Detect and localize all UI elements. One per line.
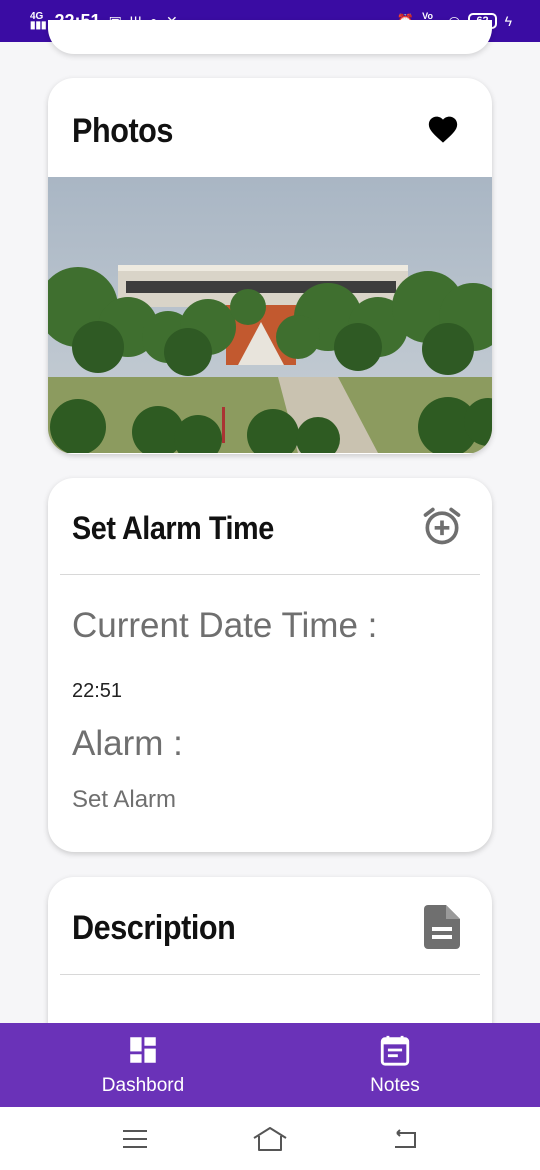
bottom-navigation: Dashbord Notes xyxy=(0,1023,540,1107)
photos-card: Photos xyxy=(48,78,492,454)
alarm-label: Alarm : xyxy=(72,724,183,763)
nav-dashboard-label: Dashbord xyxy=(101,1075,185,1096)
calendar-note-icon xyxy=(380,1035,410,1066)
alarm-add-icon[interactable] xyxy=(420,504,464,548)
nav-notes-label: Notes xyxy=(370,1075,420,1096)
signal-bars-icon: ▮▮▮ xyxy=(30,20,47,31)
photos-title: Photos xyxy=(72,112,173,150)
campus-photo xyxy=(48,177,492,453)
previous-card-bottom xyxy=(48,20,492,54)
current-datetime-value: 22:51 xyxy=(72,680,123,702)
menu-icon[interactable] xyxy=(121,1128,149,1150)
nav-dashboard[interactable]: Dashbord xyxy=(8,1023,278,1107)
heart-icon[interactable] xyxy=(426,112,460,144)
alarm-divider xyxy=(60,574,480,575)
back-icon[interactable] xyxy=(391,1128,419,1150)
description-divider xyxy=(60,974,480,975)
system-navigation-bar xyxy=(0,1107,540,1170)
signal-indicator: 4G ▮▮▮ xyxy=(30,12,47,31)
current-datetime-label: Current Date Time : xyxy=(72,606,378,645)
nav-notes[interactable]: Notes xyxy=(260,1023,530,1107)
dashboard-icon xyxy=(130,1037,156,1063)
alarm-card: Set Alarm Time Current Date Time : 22:51… xyxy=(48,478,492,852)
document-icon[interactable] xyxy=(424,905,460,949)
home-icon[interactable] xyxy=(252,1126,288,1152)
set-alarm-value[interactable]: Set Alarm xyxy=(72,786,176,814)
alarm-title: Set Alarm Time xyxy=(72,510,274,546)
charging-icon: ϟ xyxy=(504,13,512,29)
description-title: Description xyxy=(72,909,236,947)
